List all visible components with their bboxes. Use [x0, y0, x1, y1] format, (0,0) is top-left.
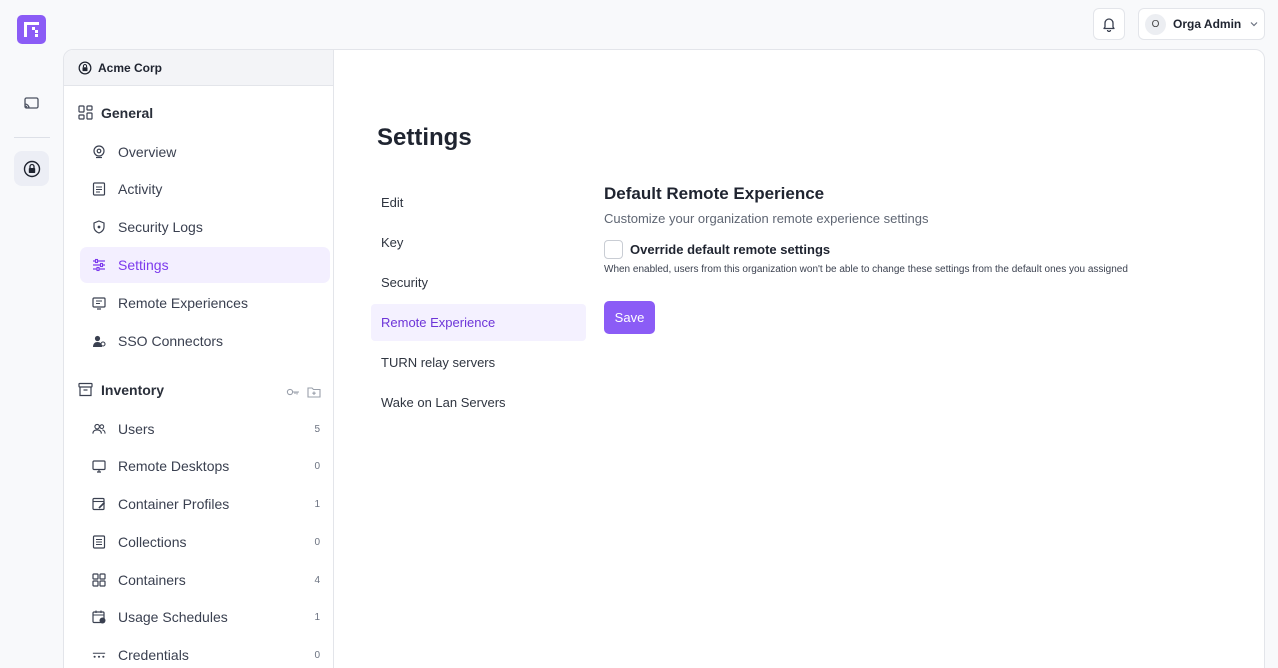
override-remote-settings-checkbox[interactable]	[604, 240, 623, 259]
sidebar-item-containers[interactable]: Containers 4	[80, 562, 330, 598]
general-title: General	[101, 105, 154, 121]
archive-icon	[78, 382, 94, 398]
rail-divider	[14, 137, 50, 138]
sidebar-item-activity[interactable]: Activity	[80, 171, 330, 207]
save-button[interactable]: Save	[604, 301, 655, 334]
settings-sliders-icon	[92, 258, 106, 272]
settings-content: Settings Edit Key Security Remote Experi…	[335, 50, 1264, 668]
sso-connectors-icon	[92, 334, 106, 348]
collections-icon	[92, 535, 106, 549]
sidebar-item-settings[interactable]: Settings	[80, 247, 330, 283]
sidebar-item-label: Overview	[118, 144, 177, 160]
monitor-icon	[92, 459, 106, 473]
item-count: 1	[314, 498, 320, 510]
page-title: Settings	[377, 124, 472, 151]
notifications-button[interactable]	[1093, 8, 1125, 40]
sidebar-item-label: Remote Desktops	[118, 458, 230, 474]
sidebar-item-remote-desktops[interactable]: Remote Desktops 0	[80, 448, 330, 484]
org-lock-icon	[78, 61, 92, 74]
remote-experiences-icon	[92, 296, 106, 310]
item-count: 4	[314, 574, 320, 586]
container-profiles-icon	[92, 497, 106, 511]
inventory-section-title: Inventory	[78, 382, 164, 398]
org-lock-icon	[23, 160, 40, 177]
item-count: 1	[314, 611, 320, 623]
app-rail	[0, 0, 62, 668]
sidebar-item-sso-connectors[interactable]: SSO Connectors	[80, 323, 330, 359]
user-name: Orga Admin	[1173, 17, 1242, 31]
override-remote-settings-label[interactable]: Override default remote settings	[630, 242, 830, 257]
calendar-clock-icon	[92, 610, 106, 624]
sidebar-item-container-profiles[interactable]: Container Profiles 1	[80, 486, 330, 522]
sidebar-item-usage-schedules[interactable]: Usage Schedules 1	[80, 599, 330, 635]
key-icon[interactable]	[286, 385, 300, 403]
bell-icon	[1103, 18, 1115, 32]
panel-title: Default Remote Experience	[604, 184, 825, 203]
folder-add-icon[interactable]	[307, 385, 321, 403]
sidebar-item-label: Security Logs	[118, 219, 203, 235]
panel-subtitle: Customize your organization remote exper…	[604, 211, 929, 226]
subnav-turn-relay-servers[interactable]: TURN relay servers	[371, 344, 586, 381]
sidebar-item-label: Settings	[118, 257, 169, 273]
sidebar-item-label: Collections	[118, 534, 187, 550]
sidebar-item-label: Remote Experiences	[118, 295, 248, 311]
sidebar-item-credentials[interactable]: Credentials 0	[80, 637, 330, 668]
subnav-key[interactable]: Key	[371, 224, 586, 261]
sidebar-item-overview[interactable]: Overview	[80, 134, 330, 170]
inventory-title: Inventory	[101, 382, 165, 398]
sidebar-item-remote-experiences[interactable]: Remote Experiences	[80, 285, 330, 321]
subnav-security[interactable]: Security	[371, 264, 586, 301]
item-count: 0	[314, 536, 320, 548]
chevron-down-icon	[1249, 19, 1259, 29]
sidebar-item-label: Container Profiles	[118, 496, 230, 512]
sidebar-item-label: SSO Connectors	[118, 333, 224, 349]
sidebar-item-security-logs[interactable]: Security Logs	[80, 209, 330, 245]
subnav-edit[interactable]: Edit	[371, 184, 586, 221]
sidebar-item-label: Users	[118, 421, 155, 437]
users-icon	[92, 422, 106, 436]
subnav-wake-on-lan-servers[interactable]: Wake on Lan Servers	[371, 384, 586, 421]
item-count: 0	[314, 460, 320, 472]
credentials-icon	[92, 648, 106, 662]
cast-icon	[24, 97, 39, 109]
override-setting-row: Override default remote settings	[604, 240, 1194, 259]
org-name: Acme Corp	[98, 60, 163, 75]
sidebar-item-users[interactable]: Users 5	[80, 411, 330, 447]
rail-cast-button[interactable]	[14, 86, 49, 121]
item-count: 5	[314, 423, 320, 435]
app-logo[interactable]	[17, 15, 46, 44]
avatar: O	[1145, 13, 1166, 35]
item-count: 0	[314, 649, 320, 661]
remote-experience-panel: Default Remote Experience Customize your…	[604, 184, 1194, 334]
settings-subnav: Edit Key Security Remote Experience TURN…	[371, 184, 586, 424]
sidebar-item-label: Activity	[118, 181, 163, 197]
sidebar-item-label: Credentials	[118, 647, 189, 663]
overview-icon	[92, 145, 106, 159]
main-card: Acme Corp General Overview Activity Secu…	[63, 49, 1265, 668]
inventory-actions	[286, 385, 321, 403]
activity-icon	[92, 182, 106, 196]
security-logs-icon	[92, 220, 106, 234]
org-header[interactable]: Acme Corp	[64, 50, 333, 86]
sidebar-item-label: Usage Schedules	[118, 609, 228, 625]
sidebar-item-collections[interactable]: Collections 0	[80, 524, 330, 560]
sidebar-item-label: Containers	[118, 572, 186, 588]
override-help-text: When enabled, users from this organizati…	[604, 264, 1128, 275]
containers-icon	[92, 573, 106, 587]
subnav-remote-experience[interactable]: Remote Experience	[371, 304, 586, 341]
org-sidebar: Acme Corp General Overview Activity Secu…	[64, 50, 334, 668]
rail-org-button[interactable]	[14, 151, 49, 186]
logo-mark-icon	[24, 22, 39, 37]
general-section-title: General	[78, 105, 153, 121]
dashboard-icon	[78, 105, 94, 121]
user-menu-button[interactable]: O Orga Admin	[1138, 8, 1265, 40]
